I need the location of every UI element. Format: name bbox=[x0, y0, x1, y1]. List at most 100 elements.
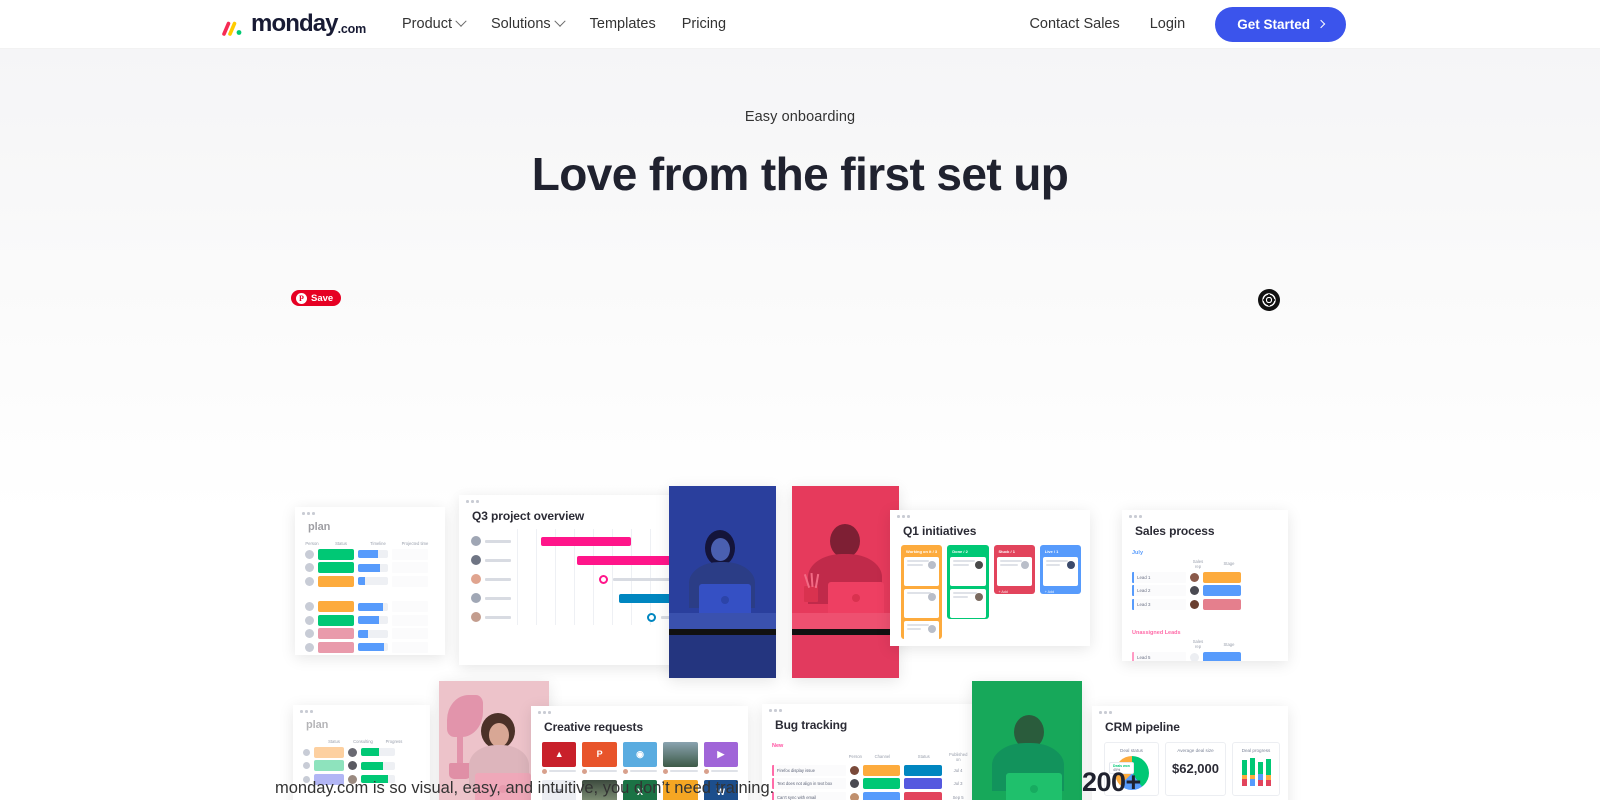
monday-logo[interactable]: monday .com bbox=[222, 12, 366, 36]
gantt-row[interactable] bbox=[471, 570, 679, 589]
table-row[interactable] bbox=[305, 575, 435, 587]
kanban-columns: Working on it / 3 + Add Done / 2 + Add S… bbox=[890, 538, 1090, 646]
lead-name: Lead 1 bbox=[1132, 571, 1186, 583]
board-window-dots bbox=[1122, 510, 1288, 518]
body-paragraph: monday.com is so visual, easy, and intui… bbox=[275, 779, 775, 797]
group-label-july: July bbox=[1132, 549, 1144, 556]
lead-name: Lead 5 bbox=[1132, 652, 1186, 661]
chevron-right-icon bbox=[1316, 19, 1326, 29]
col-consulting: Consulting bbox=[353, 738, 373, 744]
nav-item-solutions[interactable]: Solutions bbox=[491, 15, 566, 32]
bug-tracking-table: New Person Channel Status Published on F… bbox=[762, 732, 980, 800]
lens-icon[interactable] bbox=[1258, 289, 1280, 311]
monday-logo-text: monday bbox=[251, 10, 339, 37]
kanban-card[interactable] bbox=[1042, 556, 1078, 586]
nav-item-product[interactable]: Product bbox=[402, 15, 467, 32]
table-row[interactable] bbox=[305, 614, 435, 626]
kanban-card[interactable] bbox=[950, 588, 986, 618]
table-row[interactable] bbox=[305, 601, 435, 612]
board-crm-pipeline-title: CRM pipeline bbox=[1105, 719, 1180, 734]
pinterest-save-label: Save bbox=[311, 292, 334, 304]
table-row[interactable] bbox=[305, 548, 435, 560]
col-sales-rep: Sales rep bbox=[1192, 558, 1204, 569]
table-row[interactable] bbox=[305, 628, 435, 639]
nav-links: Product Solutions Templates Pricing bbox=[402, 15, 726, 32]
table-row[interactable]: Can't sync with email Sep 5 bbox=[772, 791, 970, 800]
board-q1-initiatives[interactable]: Q1 initiatives Working on it / 3 + Add D… bbox=[890, 510, 1090, 646]
table-row[interactable] bbox=[303, 746, 420, 758]
table-row[interactable] bbox=[305, 641, 435, 653]
photo-man-red-laptop bbox=[792, 486, 899, 678]
board-work-plan-title: plan bbox=[308, 520, 331, 533]
kanban-card[interactable] bbox=[904, 588, 940, 618]
board-q3-project-overview[interactable]: Q3 project overview bbox=[459, 495, 689, 665]
bug-name: Text does not align in text box bbox=[772, 778, 846, 789]
kanban-add-label[interactable]: + Add bbox=[997, 589, 1032, 595]
page-title: Love from the first set up bbox=[531, 148, 1069, 200]
col-published-on: Published on bbox=[949, 751, 968, 762]
photo-man-green-laptop bbox=[972, 681, 1082, 800]
get-started-button[interactable]: Get Started bbox=[1215, 6, 1346, 42]
widget-deal-status-title: Deal status bbox=[1120, 747, 1143, 753]
table-row[interactable] bbox=[303, 760, 420, 771]
chevron-down-icon bbox=[553, 15, 566, 27]
file-card[interactable]: P bbox=[582, 741, 617, 774]
file-card[interactable]: ▲ bbox=[542, 741, 577, 774]
kanban-column-live[interactable]: Live / 1 + Add bbox=[1039, 544, 1081, 595]
file-card[interactable]: ▶ bbox=[703, 741, 738, 774]
nav-item-templates[interactable]: Templates bbox=[590, 16, 656, 32]
gantt-row[interactable] bbox=[471, 532, 679, 551]
table-row[interactable]: Lead 2 bbox=[1132, 585, 1278, 596]
nav-item-templates-label: Templates bbox=[589, 16, 656, 32]
board-bug-tracking-title: Bug tracking bbox=[775, 717, 848, 732]
kanban-card[interactable] bbox=[950, 556, 986, 586]
table-row[interactable]: Lead 5 bbox=[1132, 652, 1278, 661]
contact-sales-link[interactable]: Contact Sales bbox=[1029, 16, 1119, 32]
table-row[interactable] bbox=[305, 562, 435, 573]
nav-item-pricing-label: Pricing bbox=[681, 16, 727, 32]
stat-number: 200+ bbox=[1082, 767, 1141, 797]
gantt-bar[interactable] bbox=[577, 555, 671, 565]
table-row[interactable]: Firefox display issue Jul 4 bbox=[772, 764, 970, 776]
gantt-row[interactable] bbox=[471, 551, 679, 570]
table-row[interactable]: Text does not align in text box Jul 3 bbox=[772, 778, 970, 789]
kanban-column-done[interactable]: Done / 2 + Add bbox=[947, 544, 989, 626]
gantt-bar[interactable] bbox=[541, 536, 631, 546]
login-link[interactable]: Login bbox=[1150, 16, 1185, 32]
kanban-card[interactable] bbox=[904, 556, 940, 586]
pinterest-icon: P bbox=[296, 292, 307, 304]
kanban-column-working-on-it[interactable]: Working on it / 3 + Add bbox=[901, 544, 943, 646]
kanban-add-label[interactable]: + Add bbox=[1043, 589, 1078, 595]
board-work-plan[interactable]: plan Person Status Timeline Projected ti… bbox=[295, 507, 445, 655]
board-window-dots bbox=[890, 510, 1090, 518]
gantt-milestone[interactable] bbox=[647, 612, 656, 622]
col-status: Status bbox=[328, 738, 340, 744]
hero-eyebrow: Easy onboarding bbox=[744, 109, 856, 125]
file-card[interactable] bbox=[663, 741, 698, 774]
get-started-label: Get Started bbox=[1237, 16, 1310, 32]
table-header-row: Sales rep Stage bbox=[1132, 559, 1278, 569]
board-sales-process[interactable]: Sales process July Sales rep Stage Lead … bbox=[1122, 510, 1288, 661]
kanban-card[interactable] bbox=[904, 620, 940, 646]
kanban-card[interactable] bbox=[996, 556, 1032, 586]
nav-item-pricing[interactable]: Pricing bbox=[682, 16, 726, 32]
file-card[interactable]: ◉ bbox=[622, 741, 658, 774]
board-window-dots bbox=[295, 507, 445, 515]
col-person: Person bbox=[305, 540, 319, 546]
widget-deal-progress-title: Deal progress bbox=[1241, 747, 1271, 753]
board-window-dots bbox=[459, 495, 689, 503]
kanban-add-label[interactable]: + Add bbox=[950, 621, 985, 627]
gantt-milestone[interactable] bbox=[599, 574, 608, 584]
board-window-dots bbox=[293, 705, 430, 713]
pinterest-save-button[interactable]: P Save bbox=[291, 290, 342, 306]
table-row[interactable]: Lead 1 bbox=[1132, 571, 1278, 583]
col-timeline: Timeline bbox=[370, 540, 386, 546]
gantt-row[interactable] bbox=[471, 608, 689, 627]
board-bug-tracking[interactable]: Bug tracking New Person Channel Status P… bbox=[762, 704, 980, 800]
kanban-column-stuck[interactable]: Stuck / 1 + Add bbox=[993, 544, 1035, 595]
nav-item-product-label: Product bbox=[402, 16, 452, 32]
kanban-column-header: Working on it / 3 bbox=[906, 548, 938, 554]
table-row[interactable]: Lead 3 bbox=[1132, 598, 1278, 610]
chevron-down-icon bbox=[455, 15, 467, 27]
gantt-row[interactable] bbox=[471, 589, 689, 608]
